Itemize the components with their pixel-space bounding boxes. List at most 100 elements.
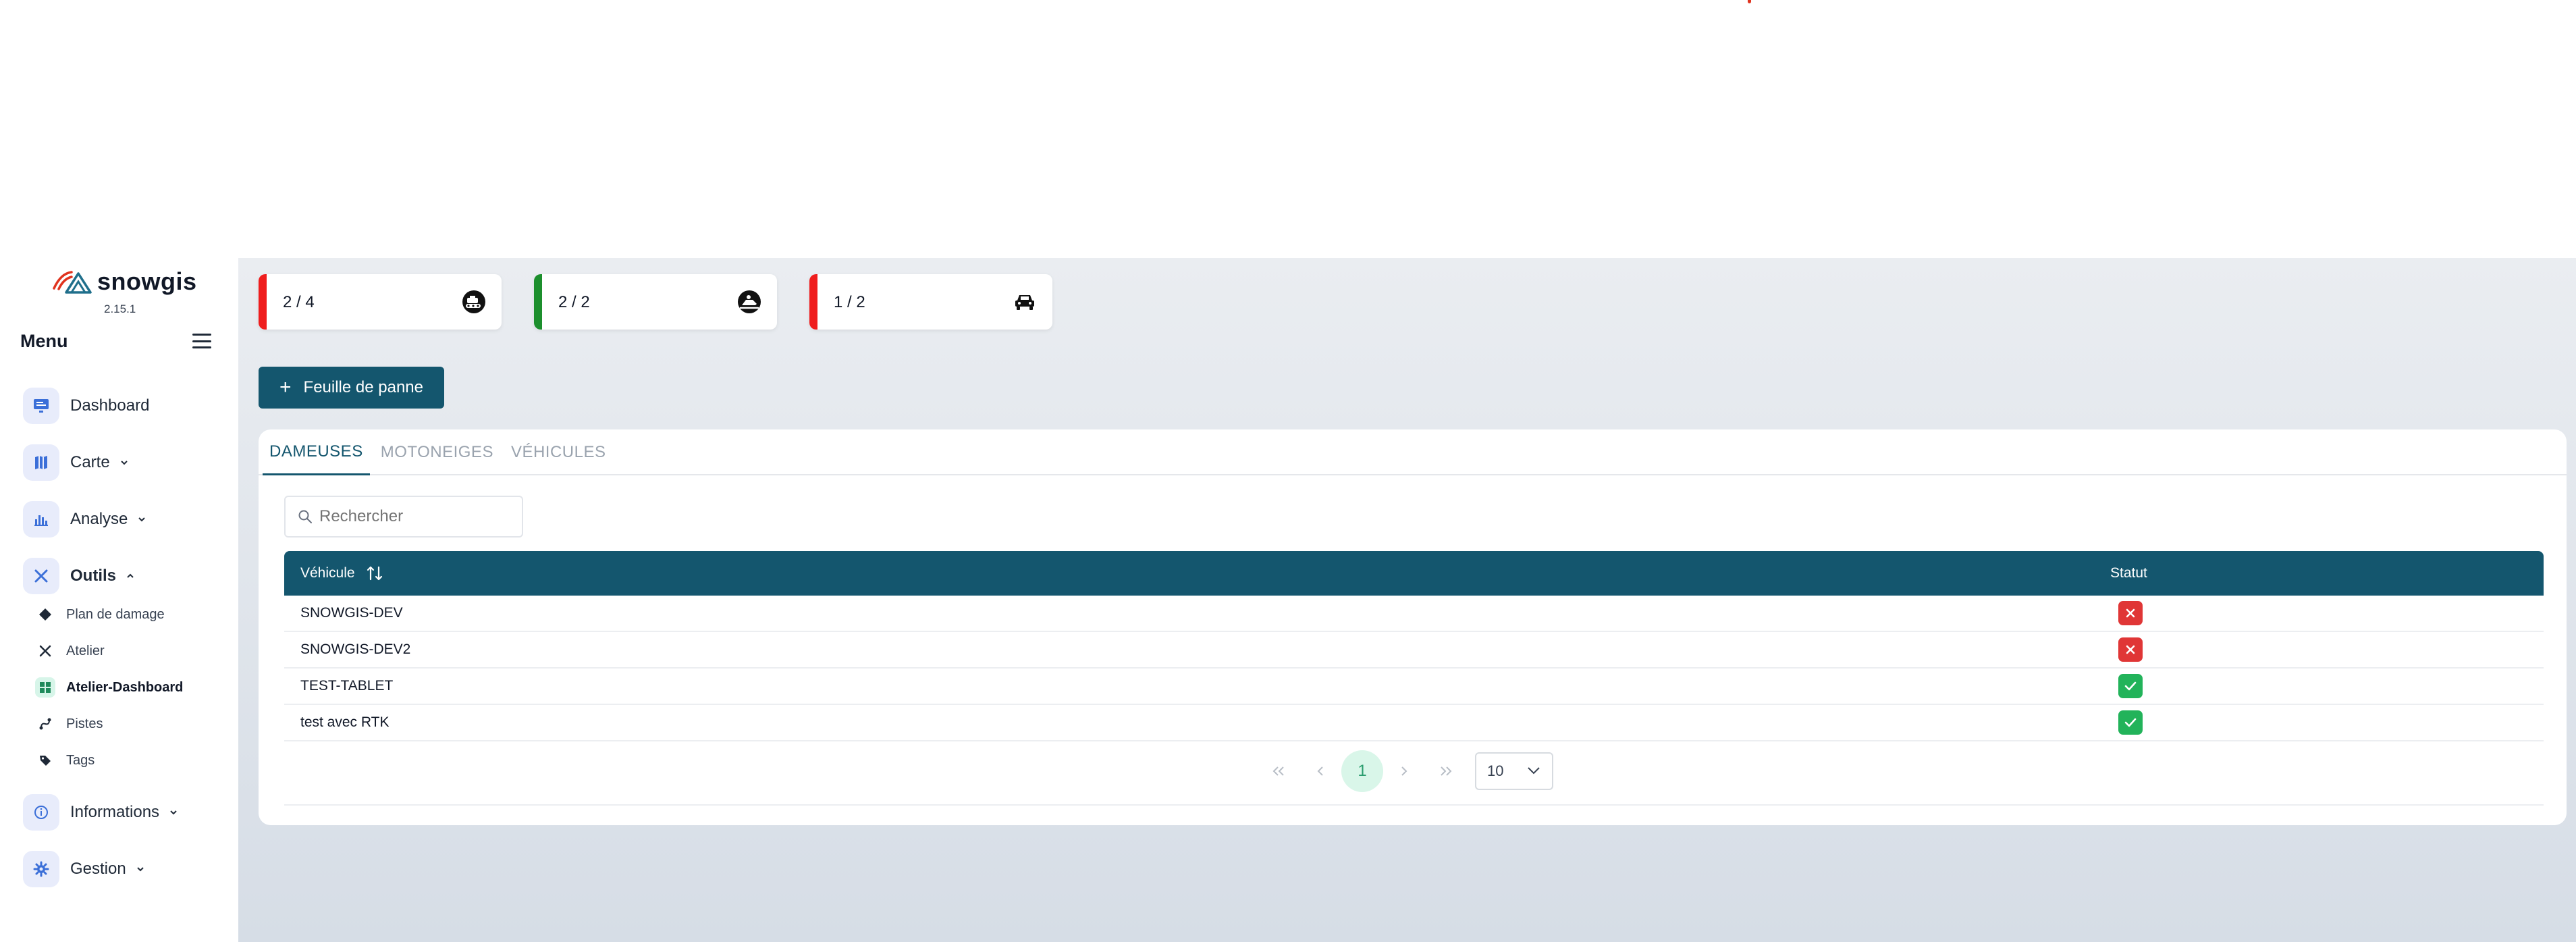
bar-chart-icon (23, 501, 59, 538)
sidebar-subitem-pistes[interactable]: Pistes (35, 714, 103, 734)
sidebar-subitem-plan-de-damage[interactable]: Plan de damage (35, 604, 165, 625)
table-row[interactable]: SNOWGIS-DEV2 (284, 632, 2544, 669)
pagination-divider (284, 804, 2544, 806)
tab-dameuses[interactable]: DAMEUSES (263, 429, 370, 475)
sidebar-item-analyse[interactable]: Analyse (23, 501, 146, 538)
sidebar-item-dashboard[interactable]: Dashboard (23, 388, 149, 424)
chevron-down-icon (138, 517, 146, 522)
car-icon (1012, 289, 1038, 315)
sidebar-subitem-label: Plan de damage (66, 606, 165, 622)
pagination: 1 10 (1258, 750, 1553, 792)
sidebar: snowgis 2.15.1 Menu Dashboard Carte Anal… (0, 258, 238, 942)
chevron-down-icon (137, 867, 144, 872)
kpi-value: 2 / 2 (558, 293, 590, 311)
status-error-icon (2118, 601, 2143, 625)
plus-icon: + (279, 376, 292, 398)
sort-icon (367, 566, 382, 581)
map-icon (23, 444, 59, 481)
grid-icon (35, 677, 55, 698)
tag-icon (35, 750, 55, 770)
sidebar-subitem-tags[interactable]: Tags (35, 750, 95, 770)
double-chevron-left-icon (1272, 766, 1284, 776)
table-row[interactable]: SNOWGIS-DEV (284, 596, 2544, 632)
chevron-down-icon (1528, 767, 1540, 775)
sidebar-subitem-atelier-dashboard[interactable]: Atelier-Dashboard (35, 677, 183, 698)
column-header-label: Véhicule (300, 565, 355, 581)
monitor-icon (23, 388, 59, 424)
table-header: Véhicule Statut (284, 551, 2544, 596)
kpi-status-bar (259, 274, 267, 330)
diamond-icon (35, 604, 55, 625)
vehicles-card: DAMEUSES MOTONEIGES VÉHICULES Véhicule S… (259, 429, 2567, 825)
sidebar-item-outils[interactable]: Outils (23, 558, 135, 594)
search-input[interactable] (319, 507, 508, 526)
previous-page-button[interactable] (1299, 750, 1341, 792)
new-breakdown-sheet-button[interactable]: + Feuille de panne (259, 367, 444, 409)
sidebar-subitem-label: Atelier-Dashboard (66, 679, 184, 695)
next-page-button[interactable] (1383, 750, 1425, 792)
new-breakdown-sheet-label: Feuille de panne (303, 378, 423, 396)
double-chevron-right-icon (1441, 766, 1452, 776)
kpi-value: 1 / 2 (834, 293, 865, 311)
last-page-button[interactable] (1425, 750, 1467, 792)
vehicle-name: test avec RTK (300, 714, 390, 730)
sidebar-item-informations[interactable]: Informations (23, 794, 178, 831)
kpi-card-dameuses[interactable]: 2 / 4 (259, 274, 502, 330)
brand-name: snowgis (97, 267, 197, 295)
page-size-select[interactable]: 10 (1475, 752, 1553, 790)
tools-icon (23, 558, 59, 594)
column-header-statut[interactable]: Statut (2110, 565, 2147, 581)
sidebar-subitem-label: Atelier (66, 643, 105, 658)
top-indicator-dot (1748, 0, 1751, 3)
kpi-card-vehicules[interactable]: 1 / 2 (809, 274, 1052, 330)
tools-icon (35, 641, 55, 661)
status-error-icon (2118, 637, 2143, 662)
search-icon (298, 510, 312, 523)
kpi-card-motoneiges[interactable]: 2 / 2 (534, 274, 777, 330)
kpi-status-bar (809, 274, 817, 330)
main-content: 2 / 4 2 / 2 1 / 2 + Feuille de panne DAM… (238, 258, 2576, 942)
vehicles-table: Véhicule Statut SNOWGIS-DEV SNOWGIS-DEV2… (284, 551, 2544, 741)
sidebar-item-carte[interactable]: Carte (23, 444, 129, 481)
tab-motoneiges[interactable]: MOTONEIGES (374, 429, 500, 475)
vehicle-name: SNOWGIS-DEV (300, 605, 403, 621)
tab-vehicules[interactable]: VÉHICULES (504, 429, 613, 475)
chevron-up-icon (127, 573, 134, 578)
column-header-vehicule[interactable]: Véhicule (300, 565, 383, 582)
sidebar-item-label: Informations (70, 803, 160, 821)
vehicle-name: TEST-TABLET (300, 678, 394, 694)
snowcat-icon (461, 289, 487, 315)
chevron-down-icon (120, 461, 128, 465)
status-ok-icon (2118, 674, 2143, 698)
chevron-right-icon (1401, 766, 1407, 776)
info-icon (23, 794, 59, 831)
brand-logo[interactable]: snowgis (51, 267, 197, 296)
sidebar-item-label: Carte (70, 453, 110, 471)
snowgis-logo-icon (53, 271, 92, 294)
snowmobile-icon (736, 289, 762, 315)
table-row[interactable]: TEST-TABLET (284, 669, 2544, 705)
sidebar-subitem-label: Pistes (66, 716, 103, 731)
sidebar-subitem-atelier[interactable]: Atelier (35, 641, 105, 661)
sidebar-item-label: Gestion (70, 860, 126, 878)
gear-icon (23, 851, 59, 887)
vehicle-type-tabs: DAMEUSES MOTONEIGES VÉHICULES (259, 429, 2567, 475)
table-row[interactable]: test avec RTK (284, 705, 2544, 741)
sidebar-item-label: Analyse (70, 510, 128, 528)
sidebar-item-label: Dashboard (70, 396, 150, 415)
route-icon (35, 714, 55, 734)
status-ok-icon (2118, 710, 2143, 735)
first-page-button[interactable] (1258, 750, 1299, 792)
sidebar-subitem-label: Tags (66, 752, 95, 768)
chevron-down-icon (170, 810, 177, 815)
search-box[interactable] (284, 496, 523, 538)
kpi-status-bar (534, 274, 542, 330)
sidebar-item-gestion[interactable]: Gestion (23, 851, 145, 887)
vehicle-name: SNOWGIS-DEV2 (300, 642, 411, 657)
page-number-button[interactable]: 1 (1341, 750, 1383, 792)
menu-title: Menu (20, 331, 68, 351)
chevron-left-icon (1317, 766, 1323, 776)
hamburger-menu-icon[interactable] (192, 334, 211, 348)
sidebar-item-label: Outils (70, 567, 117, 585)
kpi-value: 2 / 4 (283, 293, 315, 311)
